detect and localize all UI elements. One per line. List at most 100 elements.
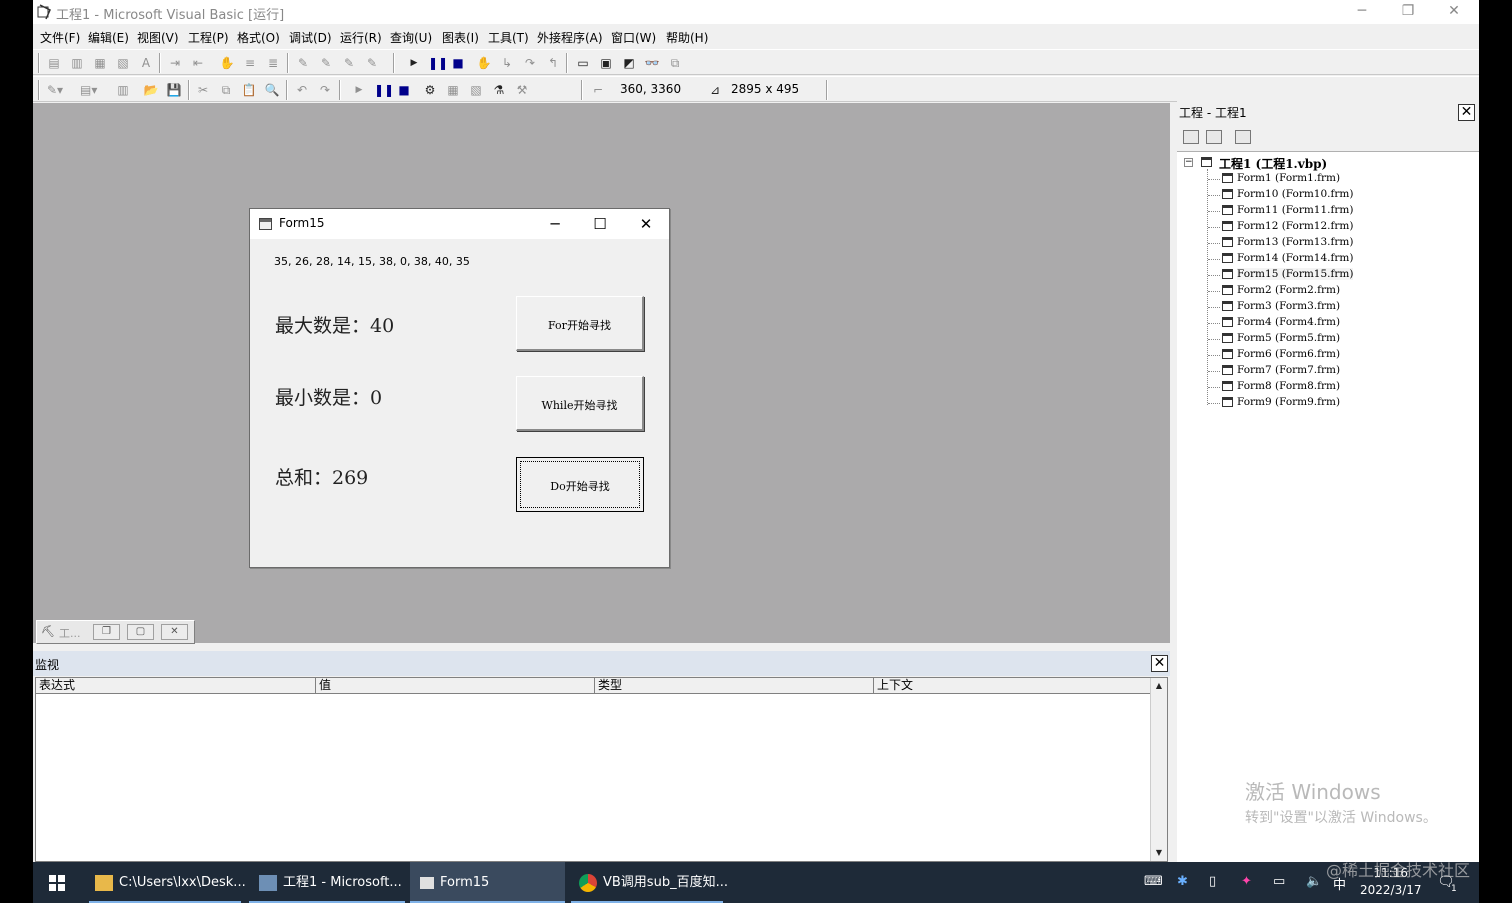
keyboard-icon[interactable]: ⌨ [1144,874,1163,889]
view-code-icon[interactable] [1183,130,1199,144]
locals-window-icon[interactable]: ▭ [575,55,591,71]
tree-node-form[interactable]: Form8 (Form8.frm) [1237,380,1340,392]
end-icon-2[interactable]: ■ [396,82,412,98]
menu-file[interactable]: 文件(F) [40,29,80,46]
menu-format[interactable]: 格式(O) [237,29,280,46]
watch-grid[interactable]: 表达式 值 类型 上下文 ▲ ▼ [35,677,1168,862]
add-project-icon[interactable]: ✎▾ [47,82,63,98]
project-explorer-icon[interactable]: ⚙ [422,82,438,98]
next-bookmark-icon[interactable]: ✎ [318,55,334,71]
for-search-button[interactable]: For开始寻找 [516,296,644,351]
form15-close-button[interactable]: ✕ [631,213,661,235]
open-project-icon[interactable]: 📂 [143,82,159,98]
start-icon[interactable]: ▶ [406,55,422,71]
while-search-button[interactable]: While开始寻找 [516,376,644,431]
close-button[interactable]: ✕ [1431,0,1477,22]
start-icon-2[interactable]: ▶ [351,82,367,98]
menu-editor-icon[interactable]: ▥ [115,82,131,98]
break-icon-2[interactable]: ❚❚ [374,82,394,98]
menu-debug[interactable]: 调试(D) [289,29,332,46]
quick-watch-icon[interactable]: 👓 [644,55,660,71]
uncomment-block-icon[interactable]: ≣ [265,55,281,71]
view-object-icon[interactable] [1206,130,1222,144]
menu-tools[interactable]: 工具(T) [488,29,529,46]
minimize-button[interactable]: ─ [1339,0,1385,22]
minimized-window[interactable]: ⛏ 工... ❐ ▢ ✕ [36,620,195,644]
copy-icon[interactable]: ⧉ [218,82,234,98]
watch-close-button[interactable]: ✕ [1151,655,1168,672]
column-context[interactable]: 上下文 [874,678,1152,694]
taskbar-item-explorer[interactable]: C:\Users\lxx\Desk... [89,862,246,903]
undo-icon[interactable]: ↶ [294,82,310,98]
menu-window[interactable]: 窗口(W) [611,29,656,46]
redo-icon[interactable]: ↷ [317,82,333,98]
toggle-folders-icon[interactable] [1235,130,1251,144]
watch-scrollbar[interactable]: ▲ ▼ [1150,678,1167,861]
add-form-icon[interactable]: ▤▾ [80,82,97,98]
form15-maximize-button[interactable]: ☐ [585,213,615,235]
immediate-window-icon[interactable]: ▣ [598,55,614,71]
call-stack-icon[interactable]: ⧉ [667,55,683,71]
menu-help[interactable]: 帮助(H) [666,29,708,46]
menu-addins[interactable]: 外接程序(A) [537,29,603,46]
list-constants-icon[interactable]: ▥ [69,55,85,71]
tree-node-form[interactable]: Form6 (Form6.frm) [1237,348,1340,360]
comment-block-icon[interactable]: ≡ [242,55,258,71]
volume-icon[interactable]: 🔈 [1306,874,1322,889]
form15-minimize-button[interactable]: ─ [540,213,570,235]
tree-node-form[interactable]: Form15 (Form15.frm) [1237,268,1354,280]
minimized-restore-button[interactable]: ❐ [93,624,120,640]
restore-button[interactable]: ❐ [1385,0,1431,22]
minimized-close-button[interactable]: ✕ [161,624,188,640]
color-app-icon[interactable]: ✦ [1241,874,1252,889]
taskbar-item-vb[interactable]: 工程1 - Microsoft... [249,862,405,903]
column-value[interactable]: 值 [316,678,595,694]
taskbar-item-form15[interactable]: Form15 [410,862,565,903]
scroll-down-arrow-icon[interactable]: ▼ [1151,845,1167,861]
toolbox-icon[interactable]: ⚒ [514,82,530,98]
step-into-icon[interactable]: ↳ [499,55,515,71]
collapse-icon[interactable]: − [1184,158,1193,167]
menu-run[interactable]: 运行(R) [340,29,382,46]
tree-node-form[interactable]: Form12 (Form12.frm) [1237,220,1353,232]
properties-window-icon[interactable]: ▦ [445,82,461,98]
end-icon[interactable]: ■ [450,55,466,71]
outdent-icon[interactable]: ⇤ [190,55,206,71]
watch-window-icon[interactable]: ◩ [621,55,637,71]
tree-node-form[interactable]: Form13 (Form13.frm) [1237,236,1353,248]
menu-project[interactable]: 工程(P) [188,29,229,46]
object-browser-icon[interactable]: ⚗ [491,82,507,98]
tree-node-form[interactable]: Form11 (Form11.frm) [1237,204,1353,216]
menu-query[interactable]: 查询(U) [390,29,432,46]
cut-icon[interactable]: ✂ [195,82,211,98]
tree-node-form[interactable]: Form10 (Form10.frm) [1237,188,1353,200]
previous-bookmark-icon[interactable]: ✎ [341,55,357,71]
column-expression[interactable]: 表达式 [36,678,316,694]
list-properties-icon[interactable]: ▤ [46,55,62,71]
form15-titlebar[interactable]: Form15 ─ ☐ ✕ [250,209,669,239]
project-close-button[interactable]: ✕ [1458,104,1475,121]
menu-view[interactable]: 视图(V) [137,29,179,46]
network-icon[interactable]: ▭ [1273,874,1285,889]
menu-edit[interactable]: 编辑(E) [88,29,129,46]
do-search-button[interactable]: Do开始寻找 [516,457,644,512]
column-type[interactable]: 类型 [595,678,874,694]
complete-word-icon[interactable]: A [138,55,154,71]
taskbar-item-chrome[interactable]: VB调用sub_百度知... [571,862,728,903]
parameter-info-icon[interactable]: ▧ [115,55,131,71]
tree-node-form[interactable]: Form3 (Form3.frm) [1237,300,1340,312]
tree-node-form[interactable]: Form9 (Form9.frm) [1237,396,1340,408]
minimized-maximize-button[interactable]: ▢ [127,624,154,640]
project-root-node[interactable]: 工程1 (工程1.vbp) [1219,155,1327,172]
start-button[interactable] [33,862,81,903]
tree-node-form[interactable]: Form14 (Form14.frm) [1237,252,1353,264]
break-icon[interactable]: ❚❚ [428,55,448,71]
form-layout-icon[interactable]: ▧ [468,82,484,98]
scroll-up-arrow-icon[interactable]: ▲ [1151,678,1167,694]
usb-icon[interactable]: ▯ [1209,874,1216,889]
paste-icon[interactable]: 📋 [241,82,257,98]
tree-node-form[interactable]: Form2 (Form2.frm) [1237,284,1340,296]
tree-node-form[interactable]: Form4 (Form4.frm) [1237,316,1340,328]
toggle-breakpoint-hand-icon[interactable]: ✋ [476,55,492,71]
bluetooth-icon[interactable]: ✱ [1177,874,1188,889]
